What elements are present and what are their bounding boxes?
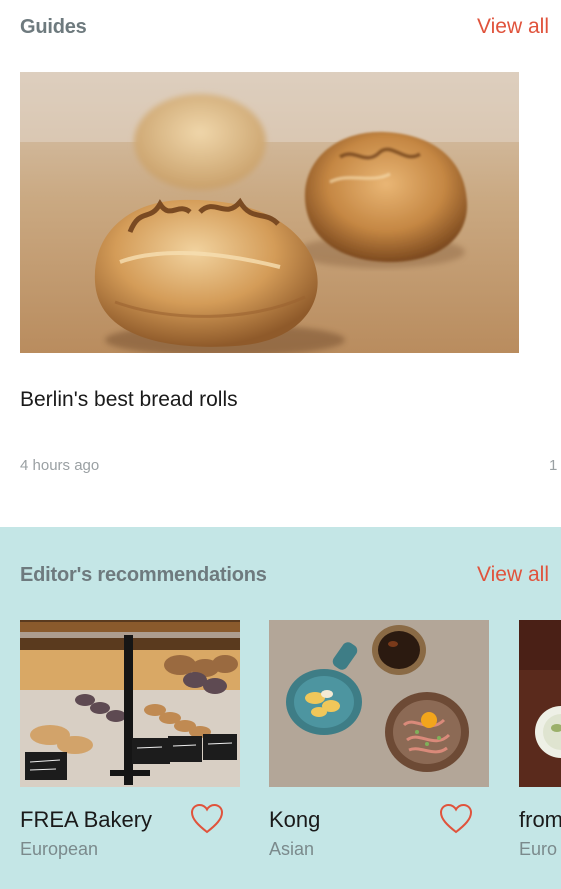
guide-featured-title[interactable]: Berlin's best bread rolls	[20, 388, 238, 412]
guide-featured-timestamp: 4 hours ago	[20, 457, 100, 474]
guide-next-card-peek: 1	[549, 457, 558, 474]
guides-title: Guides	[20, 16, 87, 38]
restaurant-card-image[interactable]	[269, 620, 489, 787]
bread-rolls-photo	[20, 72, 519, 353]
restaurant-card-image[interactable]	[20, 620, 240, 787]
recommendations-section: Editor's recommendations View all FREA B…	[0, 527, 561, 889]
restaurant-card[interactable]: Kong Asian	[269, 620, 489, 859]
asian-dishes-photo	[269, 620, 489, 787]
restaurant-name: Kong	[269, 807, 321, 832]
restaurant-card[interactable]: from Euro	[519, 620, 561, 859]
recommendations-title: Editor's recommendations	[20, 564, 267, 586]
guides-view-all-link[interactable]: View all	[477, 15, 549, 39]
restaurant-name: from	[519, 807, 561, 832]
heart-outline-icon[interactable]	[439, 803, 473, 835]
restaurant-cuisine: Euro	[519, 839, 558, 859]
guide-featured-image[interactable]	[20, 72, 519, 353]
restaurant-cuisine: European	[20, 839, 99, 859]
heart-outline-icon[interactable]	[190, 803, 224, 835]
restaurant-card-image[interactable]	[519, 620, 561, 787]
restaurant-cuisine: Asian	[269, 839, 315, 859]
bakery-display-photo	[20, 620, 240, 787]
restaurant-name: FREA Bakery	[20, 807, 153, 832]
partial-restaurant-photo	[519, 620, 561, 787]
recommendations-view-all-link[interactable]: View all	[477, 563, 549, 587]
restaurant-card[interactable]: FREA Bakery European	[20, 620, 240, 859]
guides-section: Guides View all Berlin's best bread roll…	[0, 0, 561, 527]
